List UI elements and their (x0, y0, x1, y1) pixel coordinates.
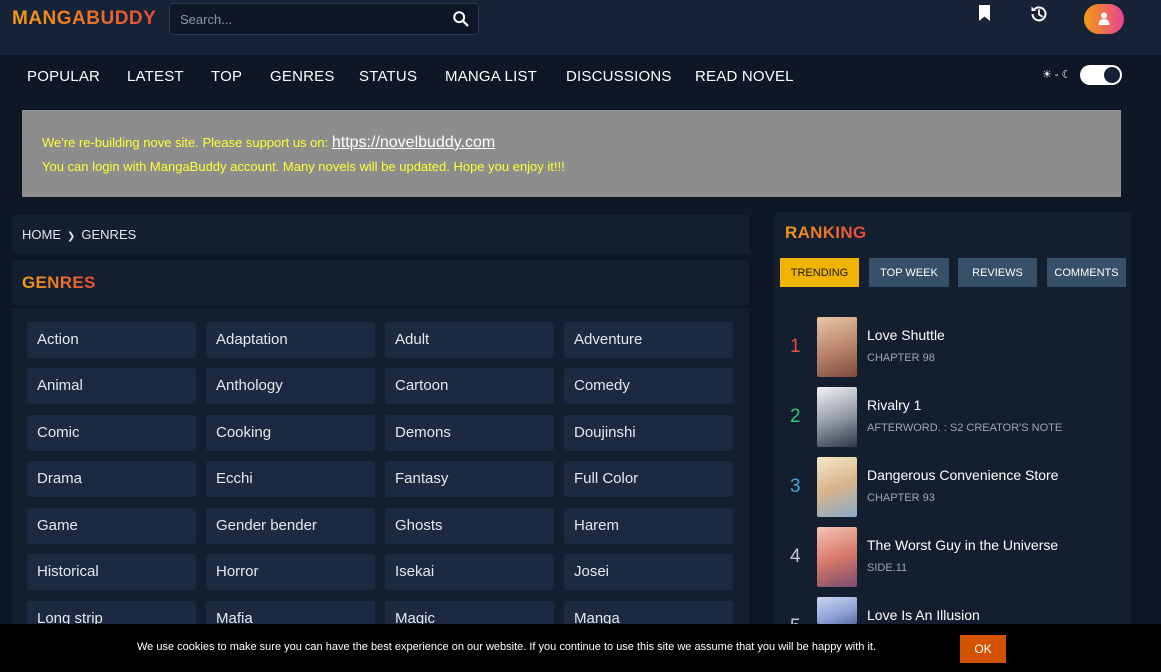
rank-number: 3 (790, 476, 801, 497)
manga-cover[interactable] (817, 527, 857, 587)
nav-genres[interactable]: GENRES (270, 68, 335, 85)
manga-title[interactable]: Rivalry 1 (867, 397, 921, 413)
site-logo[interactable]: MANGABUDDY (12, 8, 156, 30)
tab-top-week[interactable]: TOP WEEK (869, 258, 949, 287)
genre-item[interactable]: Horror (206, 554, 375, 590)
manga-title[interactable]: Love Shuttle (867, 327, 945, 343)
genre-item[interactable]: Adventure (564, 322, 733, 358)
manga-cover[interactable] (817, 457, 857, 517)
genre-item[interactable]: Cooking (206, 415, 375, 451)
manga-cover[interactable] (817, 387, 857, 447)
tab-trending[interactable]: TRENDING (780, 258, 859, 287)
theme-toggle-knob (1104, 67, 1120, 83)
theme-toggle[interactable] (1080, 65, 1122, 85)
nav-popular[interactable]: POPULAR (27, 68, 100, 85)
nav-latest[interactable]: LATEST (127, 68, 184, 85)
rank-number: 4 (790, 546, 801, 567)
theme-label: ☀ - ☾ (1042, 69, 1072, 81)
manga-cover[interactable] (817, 597, 857, 624)
genre-item[interactable]: Josei (564, 554, 733, 590)
genres-title: GENRES (22, 273, 96, 292)
breadcrumb-current: GENRES (81, 227, 137, 242)
genre-item[interactable]: Demons (385, 415, 554, 451)
genre-item[interactable]: Full Color (564, 461, 733, 497)
search-box (169, 3, 479, 35)
main-nav: POPULAR LATEST TOP GENRES STATUS MANGA L… (0, 55, 1161, 100)
genre-item[interactable]: Historical (27, 554, 196, 590)
user-icon (1098, 12, 1110, 25)
manga-title[interactable]: The Worst Guy in the Universe (867, 537, 1058, 553)
genre-item[interactable]: Comic (27, 415, 196, 451)
breadcrumb-home[interactable]: HOME (22, 227, 61, 242)
chevron-right-icon: ❯ (67, 231, 76, 242)
notice-line-2: You can login with MangaBuddy account. M… (42, 159, 565, 174)
genre-item[interactable]: Cartoon (385, 368, 554, 404)
search-icon[interactable] (452, 10, 470, 28)
genre-item[interactable]: Gender bender (206, 508, 375, 544)
manga-title[interactable]: Love Is An Illusion (867, 607, 980, 623)
chapter-label[interactable]: AFTERWORD. : S2 CREATOR'S NOTE (867, 422, 1062, 434)
chapter-label[interactable]: SIDE.11 (867, 562, 907, 574)
genre-item[interactable]: Anthology (206, 368, 375, 404)
novelbuddy-link[interactable]: https://novelbuddy.com (332, 134, 495, 151)
nav-discussions[interactable]: DISCUSSIONS (566, 68, 672, 85)
genre-item[interactable]: Harem (564, 508, 733, 544)
genre-item[interactable]: Comedy (564, 368, 733, 404)
genre-item[interactable]: Fantasy (385, 461, 554, 497)
genres-header-panel (12, 260, 749, 305)
notice-banner: We're re-building nove site. Please supp… (22, 110, 1121, 197)
genre-item[interactable]: Adaptation (206, 322, 375, 358)
history-icon[interactable] (1029, 4, 1049, 24)
notice-line-1-text: We're re-building nove site. Please supp… (42, 135, 332, 150)
genre-item[interactable]: Drama (27, 461, 196, 497)
cookie-bar: We use cookies to make sure you can have… (0, 624, 1161, 672)
genre-item[interactable]: Adult (385, 322, 554, 358)
cookie-ok-button[interactable]: OK (960, 635, 1006, 663)
chapter-label[interactable]: CHAPTER 98 (867, 352, 935, 364)
nav-top[interactable]: TOP (211, 68, 242, 85)
genre-item[interactable]: Action (27, 322, 196, 358)
search-input[interactable] (170, 4, 442, 34)
top-header: MANGABUDDY (0, 0, 1161, 55)
nav-manga-list[interactable]: MANGA LIST (445, 68, 537, 85)
rank-number: 2 (790, 406, 801, 427)
genre-item[interactable]: Doujinshi (564, 415, 733, 451)
rank-number: 1 (790, 336, 801, 357)
cookie-message: We use cookies to make sure you can have… (137, 641, 877, 653)
tab-reviews[interactable]: REVIEWS (958, 258, 1037, 287)
ranking-title: RANKING (785, 223, 867, 242)
genre-item[interactable]: Ghosts (385, 508, 554, 544)
manga-cover[interactable] (817, 317, 857, 377)
chapter-label[interactable]: CHAPTER 93 (867, 492, 935, 504)
nav-status[interactable]: STATUS (359, 68, 417, 85)
manga-title[interactable]: Dangerous Convenience Store (867, 467, 1058, 483)
genre-item[interactable]: Animal (27, 368, 196, 404)
genre-item[interactable]: Isekai (385, 554, 554, 590)
notice-line-1: We're re-building nove site. Please supp… (42, 134, 495, 152)
breadcrumb: HOME ❯ GENRES (22, 227, 136, 242)
nav-read-novel[interactable]: READ NOVEL (695, 68, 794, 85)
bookmark-icon[interactable] (975, 4, 995, 24)
genre-item[interactable]: Ecchi (206, 461, 375, 497)
genre-item[interactable]: Game (27, 508, 196, 544)
tab-comments[interactable]: COMMENTS (1047, 258, 1126, 287)
user-menu-button[interactable] (1084, 4, 1124, 34)
